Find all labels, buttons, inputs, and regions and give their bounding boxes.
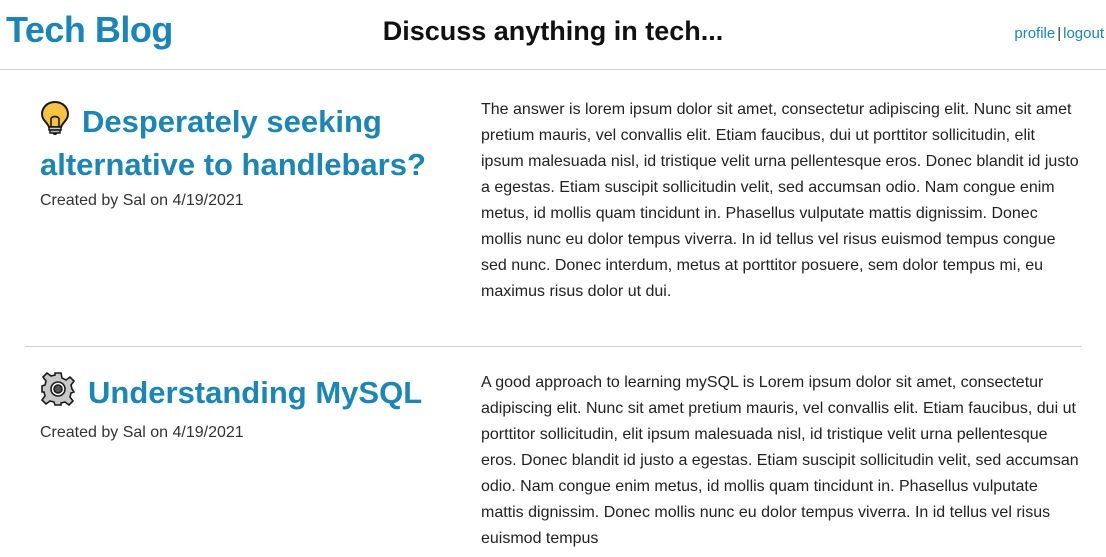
- post-header: Desperately seeking alternative to handl…: [25, 70, 481, 346]
- post-title-link[interactable]: Desperately seeking alternative to handl…: [40, 100, 481, 184]
- post-item: Desperately seeking alternative to handl…: [25, 70, 1082, 347]
- logout-link[interactable]: logout: [1063, 25, 1104, 42]
- post-header: Understanding MySQL Created by Sal on 4/…: [25, 347, 481, 552]
- post-title-text: Understanding MySQL: [88, 375, 423, 410]
- gear-icon: [40, 371, 76, 416]
- lightbulb-icon: [40, 100, 70, 145]
- post-title-text: Desperately seeking alternative to handl…: [40, 104, 426, 182]
- header-nav: profile | logout: [1014, 24, 1104, 44]
- post-meta: Created by Sal on 4/19/2021: [40, 424, 244, 441]
- nav-separator: |: [1057, 25, 1062, 42]
- post-list: Desperately seeking alternative to handl…: [0, 70, 1106, 552]
- site-header: Tech Blog Discuss anything in tech... pr…: [0, 0, 1106, 70]
- profile-link[interactable]: profile: [1014, 25, 1055, 42]
- post-body: A good approach to learning mySQL is Lor…: [481, 374, 1079, 547]
- post-item: Understanding MySQL Created by Sal on 4/…: [25, 347, 1082, 552]
- page-tagline: Discuss anything in tech...: [382, 16, 724, 46]
- post-meta: Created by Sal on 4/19/2021: [40, 192, 244, 209]
- post-title-link[interactable]: Understanding MySQL: [40, 371, 481, 416]
- post-body: The answer is lorem ipsum dolor sit amet…: [481, 101, 1079, 300]
